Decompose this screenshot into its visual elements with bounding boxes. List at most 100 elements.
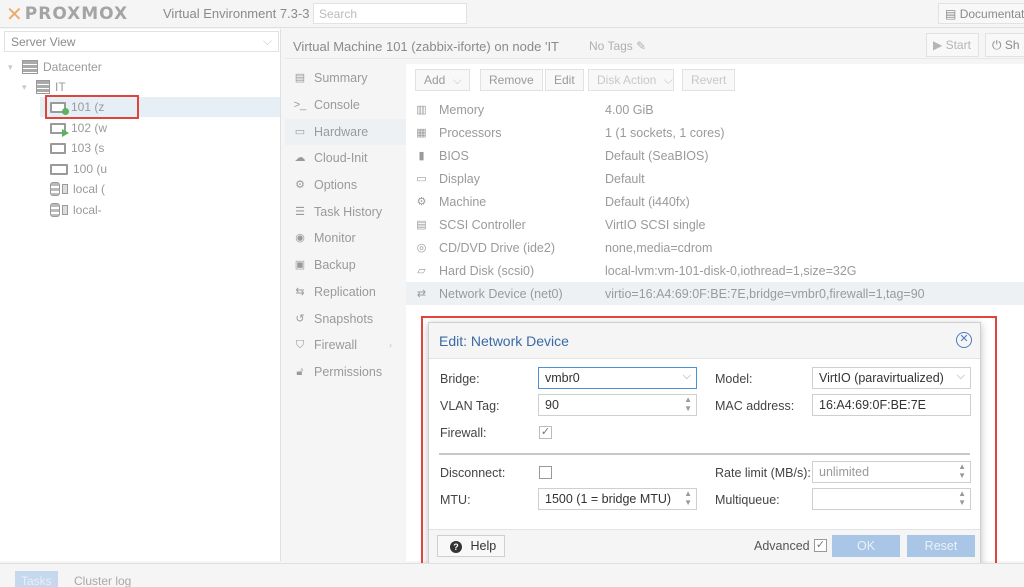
display-icon: ▭ — [416, 173, 427, 185]
hardware-value: virtio=16:A4:69:0F:BE:7E,bridge=vmbr0,fi… — [605, 286, 925, 301]
pencil-icon[interactable]: ✎ — [636, 39, 646, 53]
hardware-row-memory[interactable]: ▥ Memory 4.00 GiB — [406, 98, 1024, 121]
revert-button[interactable]: Revert — [682, 69, 736, 91]
documentation-label: Documentation — [959, 7, 1024, 21]
disk-action-label: Disk Action — [597, 73, 657, 87]
start-label: Start — [945, 38, 971, 52]
nav-item-permissions[interactable]: 🔓︎ Permissions — [285, 359, 406, 385]
hardware-row-processors[interactable]: ▦ Processors 1 (1 sockets, 1 cores) — [406, 121, 1024, 144]
shield-icon: ⛉ — [295, 339, 305, 351]
nav-item-label: Options — [314, 178, 358, 192]
hardware-row-display[interactable]: ▭ Display Default — [406, 167, 1024, 190]
page-title: Virtual Machine 101 (zabbix-iforte) on n… — [293, 39, 559, 54]
hardware-name: Display — [439, 171, 480, 186]
tree-item-ct-100[interactable]: 100 (u — [50, 159, 107, 179]
exchange-icon: ⇄ — [416, 288, 427, 300]
storage-small-icon — [62, 184, 68, 194]
nav-item-task-history[interactable]: ☰ Task History — [285, 199, 406, 225]
chevron-down-icon: ⌵ — [262, 34, 272, 48]
nav-item-replication[interactable]: ⇆ Replication — [285, 279, 406, 305]
start-button[interactable]: ▶ Start — [926, 33, 979, 57]
terminal-icon: >_ — [293, 99, 307, 111]
hardware-value: none,media=cdrom — [605, 240, 713, 255]
nav-item-summary[interactable]: ▤ Summary — [285, 65, 406, 91]
nav-item-snapshots[interactable]: ↺ Snapshots — [285, 306, 406, 332]
hardware-name: Machine — [439, 194, 487, 209]
book-icon: ▤ — [945, 7, 957, 21]
eye-icon: ◉ — [295, 232, 305, 244]
bios-icon: ▮ — [418, 150, 425, 162]
server-view-select[interactable]: Server View ⌵ — [4, 31, 279, 52]
hardware-row-bios[interactable]: ▮ BIOS Default (SeaBIOS) — [406, 144, 1024, 167]
hardware-value: VirtIO SCSI single — [605, 217, 706, 232]
cogs-icon: ⚙ — [416, 196, 427, 208]
hardware-value: local-lvm:vm-101-disk-0,iothread=1,size=… — [605, 263, 857, 278]
nav-item-console[interactable]: >_ Console — [285, 92, 406, 118]
cloud-icon: ☁ — [294, 152, 306, 164]
remove-button[interactable]: Remove — [480, 69, 543, 91]
unlock-icon: 🔓︎ — [296, 366, 304, 378]
nav-item-options[interactable]: ⚙ Options — [285, 172, 406, 198]
nav-item-hardware[interactable]: ▭ Hardware — [285, 119, 406, 145]
cdrom-icon: ◎ — [416, 242, 427, 254]
history-icon: ↺ — [295, 313, 305, 325]
tree-datacenter[interactable]: ▾ Datacenter — [8, 57, 102, 77]
content-header: Virtual Machine 101 (zabbix-iforte) on n… — [285, 33, 1024, 59]
tree-item-storage-local[interactable]: local ( — [50, 179, 105, 199]
nav-item-label: Snapshots — [314, 312, 374, 326]
shutdown-label: Sh — [1004, 38, 1020, 52]
tab-cluster-log[interactable]: Cluster log — [68, 571, 137, 587]
hardware-row-hard-disk[interactable]: ▱ Hard Disk (scsi0) local-lvm:vm-101-dis… — [406, 259, 1024, 282]
nav-item-label: Summary — [314, 71, 368, 85]
tree-item-label: 100 (u — [73, 162, 108, 176]
hardware-value: 4.00 GiB — [605, 102, 654, 117]
add-label: Add — [424, 73, 446, 87]
hardware-name: Network Device (net0) — [439, 286, 563, 301]
tree-item-label: 102 (w — [71, 121, 108, 135]
play-icon: ▶ — [933, 38, 943, 52]
disk-action-button[interactable]: Disk Action ⌵ — [588, 69, 674, 91]
tree-node-it[interactable]: ▾ IT — [22, 77, 66, 97]
edit-button[interactable]: Edit — [545, 69, 584, 91]
hardware-row-machine[interactable]: ⚙ Machine Default (i440fx) — [406, 190, 1024, 213]
nav-item-label: Replication — [314, 285, 376, 299]
nav-item-backup[interactable]: ▣ Backup — [285, 252, 406, 278]
hardware-toolbar: Add ⌵ Remove Edit Disk Action ⌵ Revert — [406, 64, 1024, 94]
hardware-name: BIOS — [439, 148, 469, 163]
tree-item-vm-103[interactable]: 103 (s — [50, 138, 104, 158]
proxmox-x-icon: ✕ — [6, 2, 23, 26]
add-button[interactable]: Add ⌵ — [415, 69, 470, 91]
nav-item-firewall[interactable]: ⛉ Firewall › — [285, 332, 406, 358]
hardware-row-cdrom[interactable]: ◎ CD/DVD Drive (ide2) none,media=cdrom — [406, 236, 1024, 259]
highlight-box-vm — [45, 95, 139, 119]
tab-tasks[interactable]: Tasks — [15, 571, 58, 587]
storage-icon — [50, 203, 60, 217]
nav-item-label: Permissions — [314, 365, 383, 379]
collapse-icon[interactable]: ▾ — [22, 82, 32, 93]
collapse-icon[interactable]: ▾ — [8, 62, 18, 73]
nav-item-label: Hardware — [314, 125, 369, 139]
highlight-box-dialog — [421, 316, 997, 577]
list-icon: ☰ — [295, 206, 305, 218]
shutdown-button[interactable]: ⏻ Sh — [985, 33, 1024, 57]
hardware-name: Processors — [439, 125, 502, 140]
hardware-row-network[interactable]: ⇄ Network Device (net0) virtio=16:A4:69:… — [406, 282, 1024, 305]
tags-editor[interactable]: No Tags ✎ — [589, 39, 646, 53]
node-label: IT — [55, 80, 66, 94]
documentation-button[interactable]: ▤ Documentation — [938, 3, 1024, 24]
nav-item-label: Console — [314, 98, 360, 112]
tree-item-label: local ( — [73, 182, 106, 196]
search-input[interactable]: Search — [313, 3, 467, 24]
tree-item-vm-102[interactable]: 102 (w — [50, 118, 107, 138]
nav-item-monitor[interactable]: ◉ Monitor — [285, 225, 406, 251]
datacenter-label: Datacenter — [43, 60, 102, 74]
nav-item-label: Monitor — [314, 231, 356, 245]
hardware-value: Default (i440fx) — [605, 194, 690, 209]
tree-item-storage-local-lvm[interactable]: local- — [50, 200, 102, 220]
vm-nav: ▤ Summary >_ Console ▭ Hardware ☁ Cloud-… — [285, 64, 406, 561]
chevron-down-icon: ⌵ — [452, 73, 462, 87]
proxmox-logo[interactable]: ✕ PROXMOX — [6, 2, 128, 26]
nav-item-cloud-init[interactable]: ☁ Cloud-Init — [285, 145, 406, 171]
hardware-row-scsi-controller[interactable]: ▤ SCSI Controller VirtIO SCSI single — [406, 213, 1024, 236]
nav-item-label: Firewall — [314, 338, 358, 352]
